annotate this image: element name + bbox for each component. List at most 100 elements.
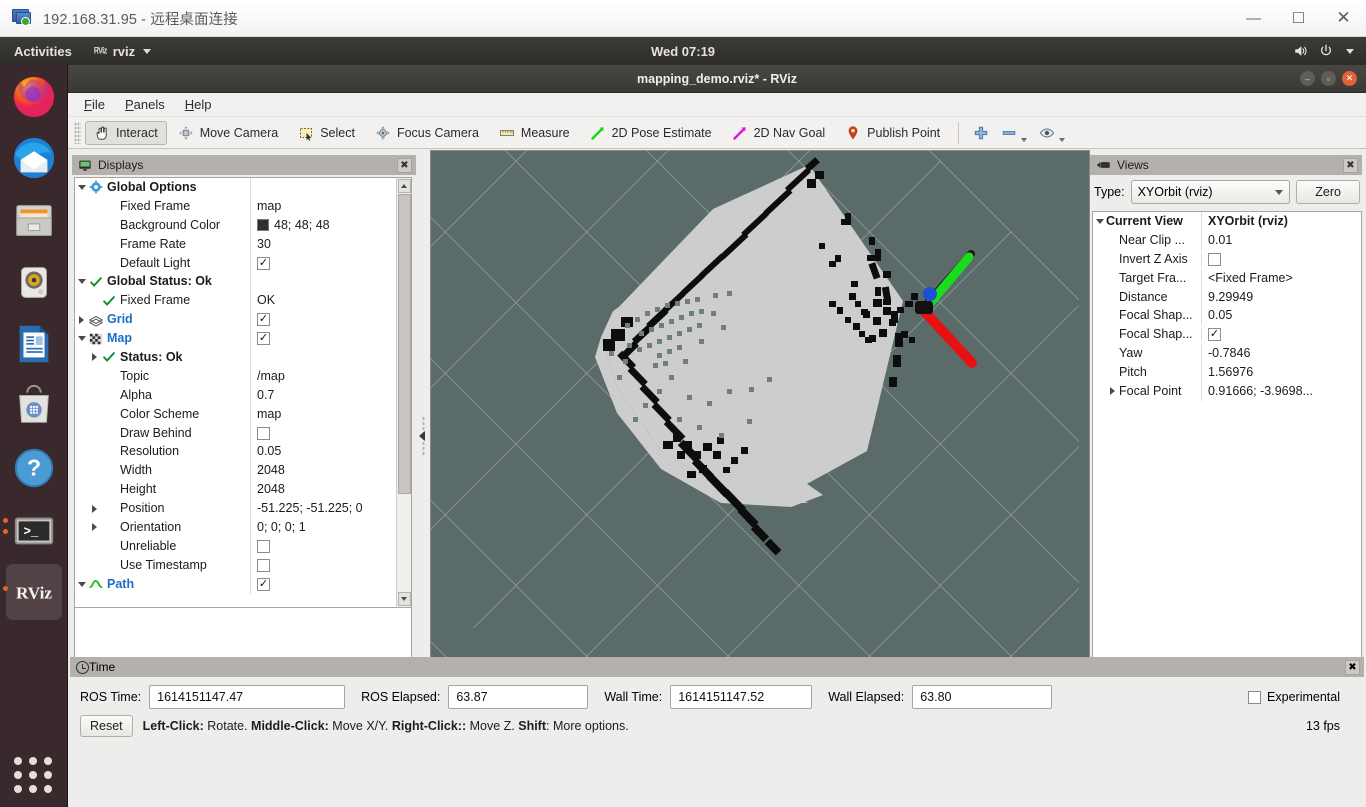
rviz-minimize-button[interactable]: – [1300,71,1315,86]
tree-row-value-cell[interactable]: -0.7846 [1201,344,1361,364]
ros-elapsed-field[interactable]: 63.87 [448,685,589,709]
tree-row[interactable]: Background Color 48; 48; 48 [75,215,396,235]
dock-item-firefox[interactable] [0,65,68,127]
tree-row[interactable]: Unreliable [75,536,396,556]
tree-row-value-cell[interactable]: map [250,196,396,216]
checkbox-checked[interactable]: ✓ [257,332,270,346]
tree-row-value-cell[interactable]: 1.56976 [1201,363,1361,383]
checkbox-checked[interactable]: ✓ [257,313,270,327]
tree-row[interactable]: Color Scheme map [75,404,396,424]
tool-move-camera[interactable]: Move Camera [169,121,288,145]
tree-row-value-cell[interactable]: 0.7 [250,385,396,405]
tool-measure[interactable]: Measure [490,121,579,145]
rdp-minimize-button[interactable]: — [1231,0,1276,36]
checkbox-unchecked[interactable] [257,426,270,440]
tree-row-value-cell[interactable]: ✓ [250,329,396,349]
tree-row[interactable]: Path ✓ [75,574,396,594]
checkbox-checked[interactable]: ✓ [257,256,270,270]
dock-item-rviz[interactable]: RViz [0,561,68,623]
tree-row-value-cell[interactable]: map [250,404,396,424]
tree-row-value-cell[interactable] [250,423,396,443]
tree-row[interactable]: Invert Z Axis [1093,250,1361,269]
tree-row[interactable]: Use Timestamp [75,555,396,575]
tree-row-value-cell[interactable]: 0.01 [1201,230,1361,250]
tree-row-value-cell[interactable]: ✓ [1201,328,1361,342]
tree-row[interactable]: Status: Ok [75,348,396,367]
tool-2d-pose-estimate[interactable]: 2D Pose Estimate [581,121,721,145]
checkbox-checked[interactable]: ✓ [1208,328,1221,342]
wall-time-field[interactable]: 1614151147.52 [670,685,813,709]
tree-row-value-cell[interactable]: <Fixed Frame> [1201,268,1361,288]
checkbox-unchecked[interactable] [257,558,270,572]
tool-add-panel[interactable] [968,121,994,145]
expand-arrow-down-icon[interactable] [75,184,88,190]
tree-row[interactable]: Default Light ✓ [75,253,396,273]
expand-arrow-right-icon[interactable] [88,353,101,362]
tree-row-value-cell[interactable]: 2048 [250,461,396,481]
rviz-close-button[interactable]: ✕ [1342,71,1357,86]
toolbar-grip[interactable] [74,121,81,144]
expand-arrow-right-icon[interactable] [1106,387,1119,396]
tree-row[interactable]: Current View XYOrbit (rviz) [1093,212,1361,231]
tool-focus-camera[interactable]: Focus Camera [366,121,488,145]
tree-row-value-cell[interactable]: ✓ [250,253,396,273]
expand-arrow-right-icon[interactable] [75,315,88,324]
scroll-up-icon[interactable] [397,179,411,193]
tree-row[interactable]: Frame Rate 30 [75,234,396,254]
menu-help[interactable]: Help [185,97,212,112]
zero-button[interactable]: Zero [1296,180,1360,204]
activities-button[interactable]: Activities [0,44,82,59]
rviz-maximize-button[interactable]: ▫ [1321,71,1336,86]
menu-panels[interactable]: Panels [125,97,165,112]
tree-row[interactable]: Fixed Frame OK [75,291,396,311]
tree-row-value-cell[interactable]: 0.91666; -3.9698... [1201,382,1361,401]
dock-item-terminal[interactable]: >_ [0,499,68,561]
tree-row[interactable]: Topic/map [75,366,396,386]
tool-interact[interactable]: Interact [85,120,167,145]
close-icon[interactable]: ✖ [1343,157,1358,173]
tree-row-value-cell[interactable]: -51.225; -51.225; 0 [250,499,396,519]
rdp-close-button[interactable]: ✕ [1321,0,1366,36]
tree-row-value-cell[interactable]: 48; 48; 48 [250,215,396,235]
expand-arrow-down-icon[interactable] [75,581,88,587]
tree-row-value-cell[interactable]: 9.29949 [1201,287,1361,307]
tool-select[interactable]: Select [289,121,364,145]
expand-arrow-right-icon[interactable] [88,523,101,532]
menu-file[interactable]: File [84,97,105,112]
dock-item-libreoffice-writer[interactable] [0,313,68,375]
tree-row[interactable]: Draw Behind [75,423,396,443]
expand-arrow-down-icon[interactable] [75,336,88,342]
close-icon[interactable]: ✖ [1345,659,1360,675]
reset-button[interactable]: Reset [80,715,133,737]
tree-row-value-cell[interactable]: 0.05 [1201,306,1361,326]
tree-row-value-cell[interactable] [250,536,396,556]
displays-scrollbar[interactable] [396,178,411,607]
checkbox-checked[interactable]: ✓ [257,577,270,591]
tree-row[interactable]: Resolution 0.05 [75,442,396,462]
expand-arrow-right-icon[interactable] [88,504,101,513]
tool-remove-panel[interactable] [996,121,1032,145]
tree-row[interactable]: Yaw -0.7846 [1093,344,1361,364]
tree-row[interactable]: Map ✓ [75,329,396,349]
tool-publish-point[interactable]: Publish Point [836,121,949,145]
tree-row[interactable]: Global Options [75,178,396,197]
tree-row[interactable]: Distance 9.29949 [1093,287,1361,307]
dock-item-help[interactable]: ? [0,437,68,499]
expand-arrow-down-icon[interactable] [75,279,88,285]
tree-row-value-cell[interactable]: OK [250,291,396,311]
tree-row-value-cell[interactable]: ✓ [250,574,396,594]
scroll-down-icon[interactable] [397,592,411,606]
tree-row-value-cell[interactable]: 2048 [250,480,396,500]
tree-row-value-cell[interactable]: /map [250,366,396,386]
tree-row-value-cell[interactable]: 0; 0; 0; 1 [250,518,396,537]
chevron-down-icon[interactable] [1346,48,1354,54]
expand-arrow-down-icon[interactable] [1093,218,1106,224]
dock-item-rhythmbox[interactable] [0,251,68,313]
views-tree[interactable]: Current View XYOrbit (rviz) Near Clip ... 0… [1092,211,1362,686]
tree-row[interactable]: Near Clip ... 0.01 [1093,230,1361,250]
tree-row[interactable]: Position -51.225; -51.225; 0 [75,499,396,519]
tree-row[interactable]: Height 2048 [75,480,396,500]
show-applications-button[interactable] [13,757,54,793]
checkbox-unchecked[interactable] [1208,252,1221,266]
tree-row[interactable]: Orientation 0; 0; 0; 1 [75,518,396,537]
